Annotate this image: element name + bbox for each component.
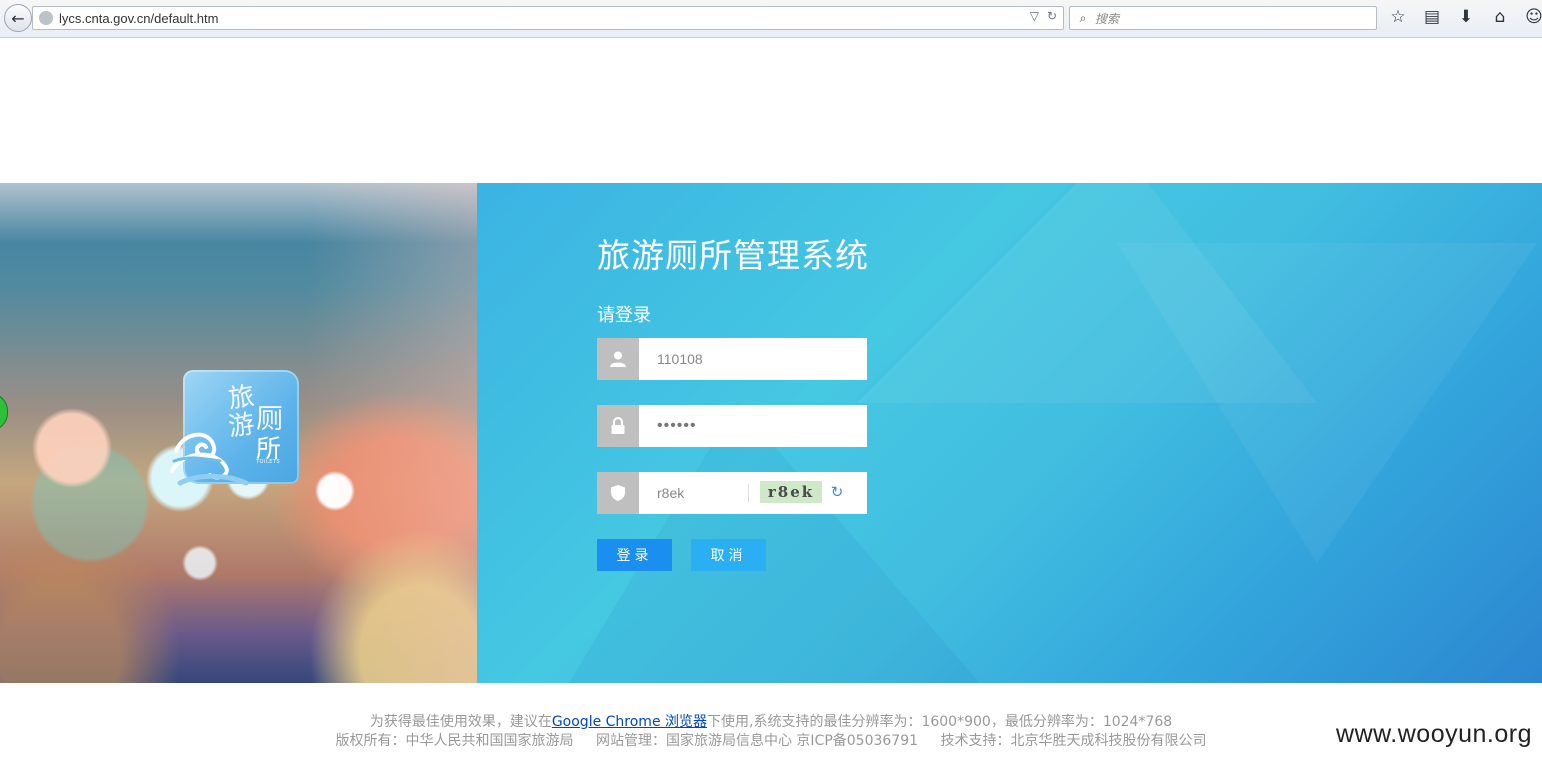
login-prompt: 请登录 [597, 305, 651, 326]
captcha-field: r8ek ↻ [597, 472, 867, 514]
shield-icon [597, 472, 639, 514]
password-input[interactable] [639, 405, 867, 447]
user-icon [597, 338, 639, 380]
reading-list-icon[interactable]: ▤ [1422, 7, 1442, 27]
search-bar[interactable]: ⌕ 搜索 [1069, 6, 1377, 30]
captcha-input[interactable] [639, 472, 747, 514]
footer-line-1: 为获得最佳使用效果，建议在Google Chrome 浏览器下使用,系统支持的最… [0, 713, 1542, 732]
magnifier-icon: ⌕ [1079, 10, 1087, 25]
reload-icon[interactable]: ↻ [1047, 9, 1057, 23]
browser-toolbar: ← lycs.cnta.gov.cn/default.htm ▽ ↻ ⌕ 搜索 … [0, 0, 1542, 38]
chat-icon[interactable]: ☺ [1524, 7, 1542, 27]
dropdown-arrow-icon[interactable]: ▽ [1030, 9, 1039, 23]
password-field [597, 405, 867, 447]
refresh-icon[interactable]: ↻ [828, 483, 846, 501]
bookmark-star-icon[interactable]: ☆ [1388, 7, 1408, 27]
app-title: 旅游厕所管理系统 [597, 236, 869, 275]
watermark: www.wooyun.org [1336, 720, 1532, 748]
logo-char: 游 [226, 409, 257, 443]
lock-icon [597, 405, 639, 447]
login-button[interactable]: 登录 [597, 539, 672, 571]
download-icon[interactable]: ⬇ [1456, 7, 1476, 27]
tourism-toilet-logo: 旅 游 厕 所 TOILETS [170, 369, 302, 491]
back-arrow-icon[interactable]: ← [4, 4, 32, 32]
tech-support-text: 技术支持：北京华胜天成科技股份有限公司 [940, 733, 1207, 749]
chrome-link[interactable]: Google Chrome 浏览器 [552, 714, 707, 730]
green-tab-icon [0, 393, 8, 431]
username-input[interactable] [639, 338, 867, 380]
globe-icon [39, 11, 53, 25]
footer-tip-post: 下使用,系统支持的最佳分辨率为：1600*900，最低分辨率为：1024*768 [707, 714, 1173, 730]
footer-line-2: 版权所有：中华人民共和国国家旅游局 网站管理：国家旅游局信息中心 京ICP备05… [0, 732, 1542, 751]
logo-subtext: TOILETS [256, 459, 281, 465]
captcha-image[interactable]: r8ek [760, 481, 822, 503]
username-field [597, 338, 867, 380]
management-text: 网站管理：国家旅游局信息中心 京ICP备05036791 [595, 733, 919, 749]
cancel-button[interactable]: 取消 [691, 539, 766, 571]
home-icon[interactable]: ⌂ [1490, 7, 1510, 27]
address-url: lycs.cnta.gov.cn/default.htm [59, 10, 219, 26]
footer: 为获得最佳使用效果，建议在Google Chrome 浏览器下使用,系统支持的最… [0, 713, 1542, 751]
search-placeholder: 搜索 [1095, 11, 1120, 26]
footer-tip-pre: 为获得最佳使用效果，建议在 [369, 714, 552, 730]
copyright-text: 版权所有：中华人民共和国国家旅游局 [335, 733, 574, 749]
address-bar[interactable]: lycs.cnta.gov.cn/default.htm ▽ ↻ [32, 6, 1064, 30]
